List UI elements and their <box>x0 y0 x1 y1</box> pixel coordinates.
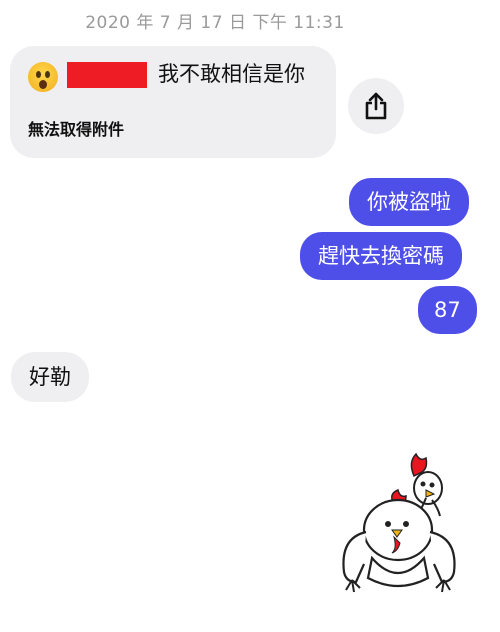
astonished-face-icon <box>28 62 58 92</box>
outgoing-message-text: 你被盜啦 <box>367 190 451 214</box>
message-timestamp: 2020 年 7 月 17 日 下午 11:31 <box>85 13 345 33</box>
outgoing-message-bubble[interactable]: 87 <box>418 286 477 334</box>
outgoing-message-bubble[interactable]: 你被盜啦 <box>349 178 469 226</box>
outgoing-message-text: 趕快去換密碼 <box>318 244 444 268</box>
redacted-name-block <box>67 62 147 88</box>
incoming-attachment-bubble[interactable]: 我不敢相信是你 無法取得附件 <box>10 46 336 158</box>
attachment-message-text: 我不敢相信是你 <box>158 62 305 86</box>
outgoing-message-bubble[interactable]: 趕快去換密碼 <box>300 232 462 280</box>
outgoing-message-text: 87 <box>434 298 461 322</box>
chicken-sticker-icon[interactable] <box>328 440 468 620</box>
incoming-message-text: 好勒 <box>29 365 71 389</box>
share-icon <box>365 92 387 120</box>
attachment-unavailable-text: 無法取得附件 <box>28 120 125 139</box>
incoming-message-bubble[interactable]: 好勒 <box>11 352 89 402</box>
share-button[interactable] <box>348 78 404 134</box>
